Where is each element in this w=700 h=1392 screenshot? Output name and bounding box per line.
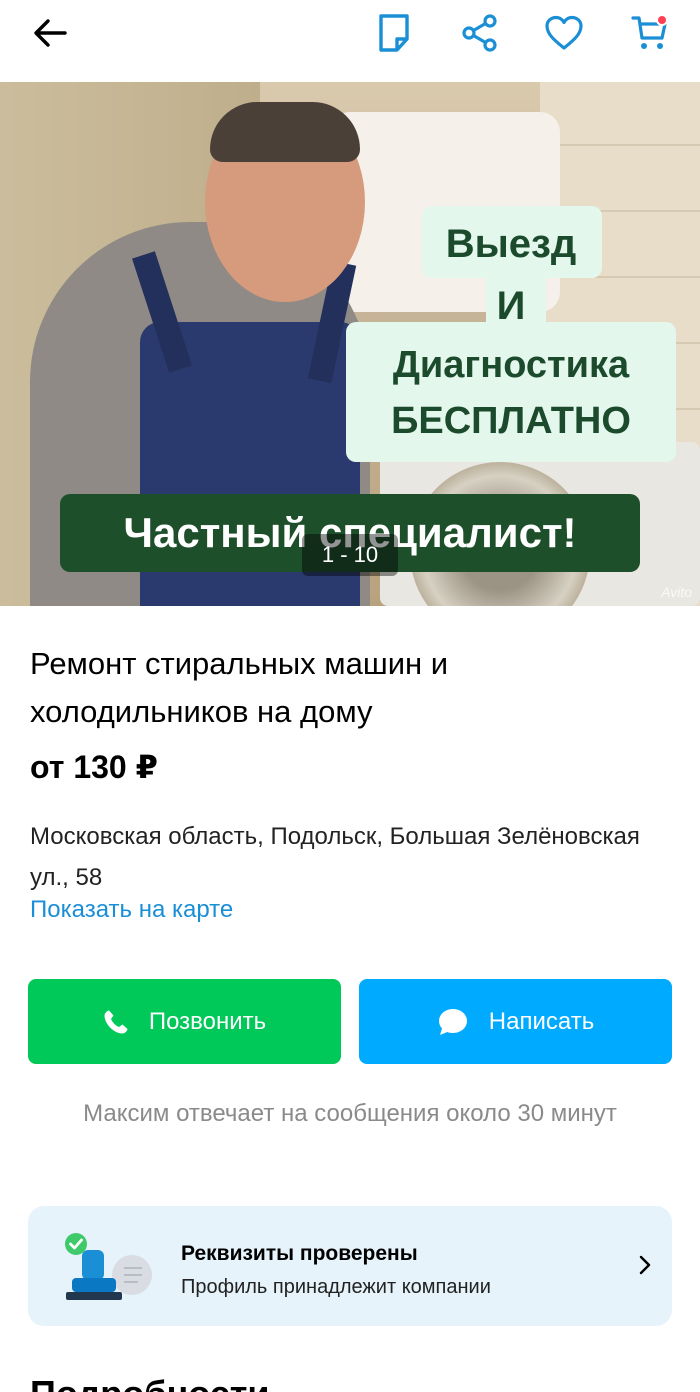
listing-title: Ремонт стиральных машин и холодильников … bbox=[30, 646, 449, 729]
call-button-label: Позвонить bbox=[148, 1007, 267, 1035]
favorite-button[interactable] bbox=[534, 10, 594, 56]
promo-line: БЕСПЛАТНО bbox=[391, 400, 631, 442]
listing-price: от 130 ₽ bbox=[30, 749, 158, 785]
back-button[interactable] bbox=[20, 10, 80, 56]
note-button[interactable] bbox=[364, 10, 424, 56]
heart-icon bbox=[545, 15, 583, 50]
share-icon bbox=[462, 14, 497, 52]
verified-stamp-icon bbox=[65, 1233, 152, 1300]
promo-line: Диагностика bbox=[392, 344, 630, 386]
top-app-bar bbox=[0, 0, 700, 80]
verification-subtitle: Профиль принадлежит компании bbox=[181, 1276, 491, 1298]
call-button[interactable]: Позвонить bbox=[28, 979, 341, 1064]
photo-gallery[interactable]: Выезд И Диагностика БЕСПЛАТНО Частный сп… bbox=[0, 82, 700, 606]
chevron-right-icon bbox=[639, 1255, 651, 1275]
verification-card[interactable]: Реквизиты проверены Профиль принадлежит … bbox=[28, 1206, 672, 1326]
photo-hair bbox=[210, 102, 360, 162]
phone-icon bbox=[104, 1010, 128, 1033]
note-icon bbox=[379, 14, 409, 52]
message-button-label: Написать bbox=[488, 1007, 595, 1035]
notification-dot bbox=[656, 14, 668, 26]
show-on-map-link[interactable]: Показать на карте bbox=[30, 896, 233, 924]
chat-bubble-icon bbox=[438, 1008, 467, 1035]
promo-line: И bbox=[496, 284, 526, 328]
watermark: Avito bbox=[661, 584, 692, 600]
arrow-left-icon bbox=[34, 19, 67, 47]
cart-button[interactable] bbox=[620, 10, 680, 56]
verification-title: Реквизиты проверены bbox=[181, 1242, 418, 1265]
reply-time-info: Максим отвечает на сообщения около 30 ми… bbox=[83, 1100, 617, 1127]
photo-counter: 1 - 10 bbox=[302, 534, 398, 576]
listing-address: Московская область, Подольск, Большая Зе… bbox=[30, 823, 640, 891]
share-button[interactable] bbox=[450, 10, 510, 56]
message-button[interactable]: Написать bbox=[359, 979, 672, 1064]
details-section-title: Подробности bbox=[30, 1374, 270, 1392]
promo-line: Выезд bbox=[445, 222, 577, 266]
promo-overlay: Выезд И Диагностика БЕСПЛАТНО bbox=[346, 206, 676, 462]
